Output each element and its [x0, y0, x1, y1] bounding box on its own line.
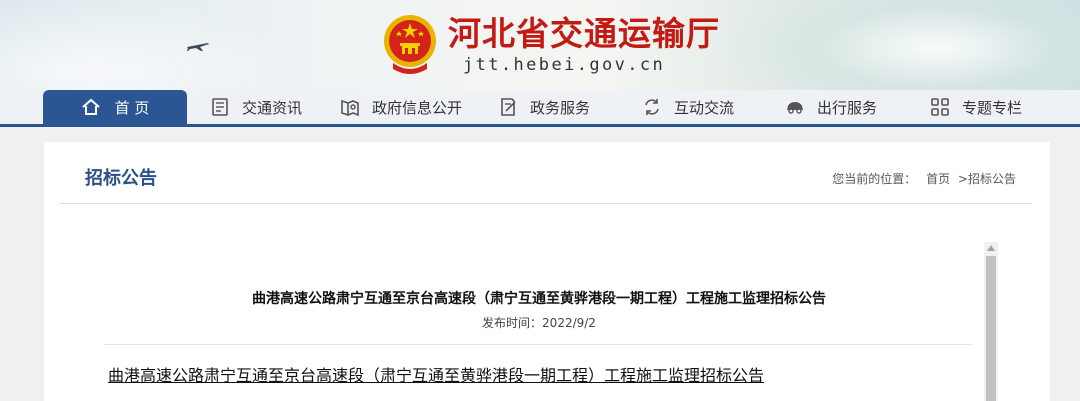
- government-info-icon: [341, 99, 359, 117]
- nav-item-label: 互动交流: [674, 98, 735, 117]
- airplane-icon: [187, 43, 209, 51]
- grid-icon: [931, 98, 949, 116]
- scrollbar-thumb[interactable]: [986, 256, 996, 401]
- site-header: 河北省交通运输厅 jtt.hebei.gov.cn: [0, 0, 1080, 120]
- national-emblem-logo[interactable]: [383, 13, 437, 75]
- home-icon: [81, 98, 100, 115]
- main-nav: 首 页 交通资讯 政府信息公开 政务服务 互动交流 出行服务 专题专栏: [0, 90, 1080, 127]
- breadcrumb-home-link[interactable]: 首页: [926, 170, 950, 187]
- article-title: 曲港高速公路肃宁互通至京台高速段（肃宁互通至黄骅港段一期工程）工程施工监理招标公…: [252, 291, 826, 307]
- nav-item-travel[interactable]: 出行服务: [785, 90, 877, 124]
- page-title: 招标公告: [85, 168, 157, 189]
- car-icon: [787, 102, 803, 114]
- nav-item-label: 专题专栏: [962, 98, 1023, 117]
- nav-item-special[interactable]: 专题专栏: [930, 90, 1022, 124]
- breadcrumb-current-link[interactable]: 招标公告: [968, 170, 1016, 187]
- nav-item-home[interactable]: 首 页: [43, 90, 187, 124]
- nav-item-label: 交通资讯: [242, 98, 303, 117]
- breadcrumb-prefix: 您当前的位置：: [832, 172, 917, 186]
- nav-item-gov-service[interactable]: 政务服务: [498, 90, 590, 124]
- site-url: jtt.hebei.gov.cn: [463, 55, 666, 75]
- breadcrumb-separator: >: [957, 172, 968, 186]
- service-icon: [501, 98, 516, 116]
- attachment-link[interactable]: 曲港高速公路肃宁互通至京台高速段（肃宁互通至黄骅港段一期工程）工程施工监理招标公…: [108, 362, 764, 386]
- nav-item-label: 政务服务: [530, 98, 591, 117]
- publish-date: 发布时间：2022/9/2: [482, 316, 596, 330]
- interaction-icon: [645, 99, 659, 115]
- nav-item-label: 出行服务: [817, 98, 878, 117]
- nav-item-label: 政府信息公开: [372, 98, 463, 117]
- article-body: 曲港高速公路肃宁互通至京台高速段（肃宁互通至黄骅港段一期工程）工程施工监理招标公…: [104, 240, 984, 401]
- nav-item-label: 首 页: [114, 98, 150, 117]
- content-panel: 招标公告 您当前的位置： 首页 >招标公告 曲港高速公路肃宁互通至京台高速段（肃…: [44, 142, 1050, 401]
- article-scrollbar[interactable]: [984, 242, 998, 401]
- header-background-sky: [0, 0, 300, 90]
- nav-item-news[interactable]: 交通资讯: [210, 90, 302, 124]
- scroll-up-arrow-icon[interactable]: [984, 242, 998, 254]
- article-divider: [104, 344, 972, 345]
- nav-item-gov-info[interactable]: 政府信息公开: [340, 90, 462, 124]
- breadcrumb: 您当前的位置： 首页 >招标公告: [832, 170, 1016, 187]
- nav-item-interaction[interactable]: 互动交流: [642, 90, 734, 124]
- site-title[interactable]: 河北省交通运输厅: [448, 14, 720, 54]
- news-icon: [212, 98, 228, 116]
- divider: [60, 203, 1032, 204]
